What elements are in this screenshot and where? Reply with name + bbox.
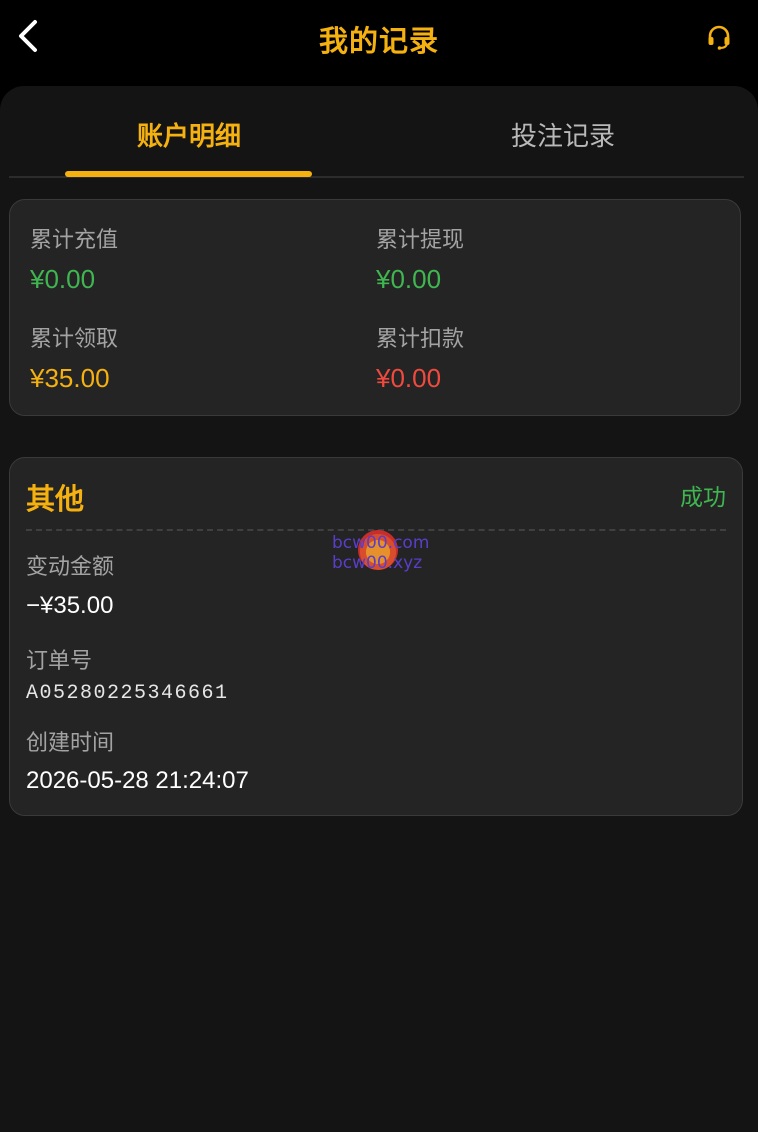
customer-support-button[interactable] <box>704 22 734 52</box>
status-badge: 成功 <box>680 485 726 511</box>
total-withdraw-label: 累计提现 <box>376 228 465 253</box>
content-panel: 账户明细 投注记录 累计充值 ¥0.00 累计提现 ¥0.00 累计领取 ¥35… <box>0 86 758 1132</box>
total-claimed-label: 累计领取 <box>30 327 119 352</box>
record-card[interactable]: 其他 成功 变动金额 −¥35.00 订单号 A05280225346661 创… <box>9 457 743 816</box>
watermark: bcw00.com bcw00.xyz <box>330 530 442 576</box>
total-deducted-value: ¥0.00 <box>376 363 442 393</box>
amount-label: 变动金额 <box>26 555 115 580</box>
tab-account-details[interactable]: 账户明细 <box>39 116 339 153</box>
summary-card: 累计充值 ¥0.00 累计提现 ¥0.00 累计领取 ¥35.00 累计扣款 ¥… <box>9 199 741 416</box>
tab-bet-records[interactable]: 投注记录 <box>413 116 713 153</box>
watermark-line-1: bcw00.com <box>332 533 430 553</box>
record-type: 其他 <box>26 482 85 516</box>
created-time-value: 2026-05-28 21:24:07 <box>26 767 249 794</box>
active-tab-indicator <box>65 171 312 177</box>
amount-value: −¥35.00 <box>26 592 114 619</box>
order-number-value: A05280225346661 <box>26 682 229 705</box>
order-number-label: 订单号 <box>26 649 93 674</box>
total-deducted-label: 累计扣款 <box>376 327 465 352</box>
header-bar: 我的记录 <box>0 0 758 78</box>
total-recharge-value: ¥0.00 <box>30 264 96 294</box>
total-claimed-value: ¥35.00 <box>30 363 110 393</box>
tab-bar: 账户明细 投注记录 <box>9 86 744 178</box>
page-title: 我的记录 <box>318 24 439 58</box>
app-root: 我的记录 账户明细 投注记录 累计充值 ¥0.00 累计提现 ¥0.00 累计领… <box>0 0 758 1132</box>
headset-icon <box>708 25 730 50</box>
total-recharge-label: 累计充值 <box>30 228 119 253</box>
total-withdraw-value: ¥0.00 <box>376 264 442 294</box>
watermark-line-2: bcw00.xyz <box>332 553 423 573</box>
created-time-label: 创建时间 <box>26 731 115 756</box>
